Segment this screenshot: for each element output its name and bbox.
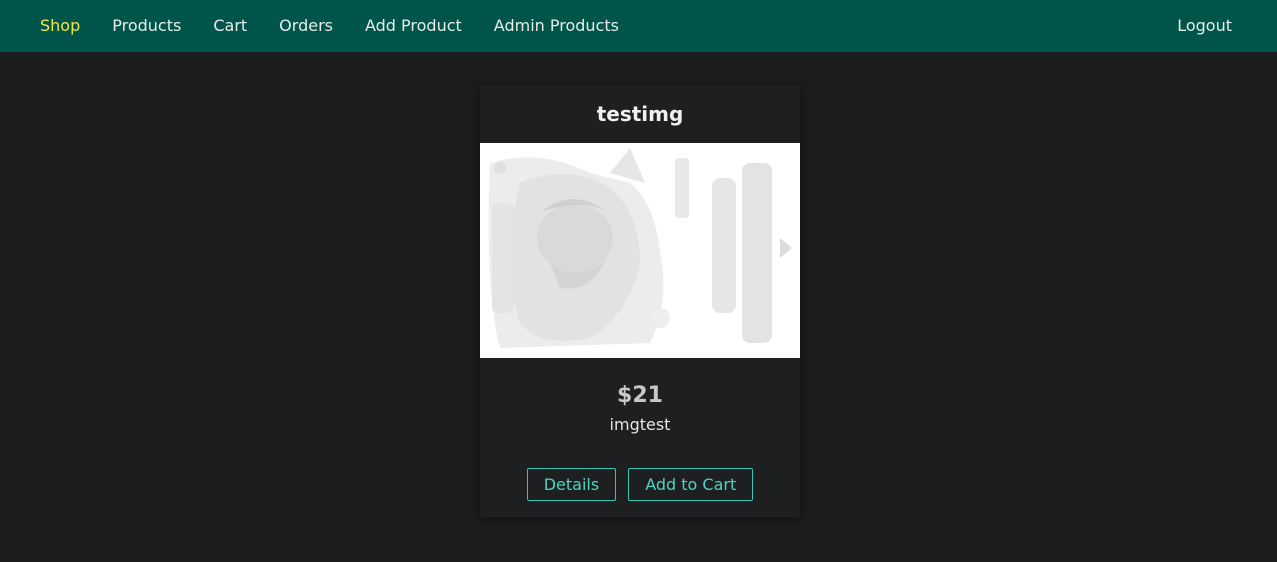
nav-admin-products[interactable]: Admin Products	[494, 0, 619, 52]
product-image-graphic	[480, 143, 800, 358]
nav-products[interactable]: Products	[112, 0, 181, 52]
main-header: Shop Products Cart Orders Add Product Ad…	[0, 0, 1277, 52]
add-to-cart-button[interactable]: Add to Cart	[628, 468, 754, 501]
product-price: $21	[617, 383, 663, 408]
nav-orders[interactable]: Orders	[279, 0, 333, 52]
product-description: imgtest	[609, 415, 671, 434]
logout-link[interactable]: Logout	[1177, 0, 1232, 52]
nav-shop[interactable]: Shop	[40, 0, 80, 52]
main-nav: Shop Products Cart Orders Add Product Ad…	[40, 0, 651, 52]
nav-add-product[interactable]: Add Product	[365, 0, 462, 52]
details-button[interactable]: Details	[526, 468, 617, 501]
user-nav: Logout	[1177, 0, 1232, 52]
product-actions: Details Add to Cart	[480, 468, 800, 501]
product-card: testimg $21 imgtest Details Add to Cart	[480, 85, 800, 517]
product-image	[480, 143, 800, 358]
product-title: testimg	[596, 102, 684, 126]
nav-cart[interactable]: Cart	[213, 0, 247, 52]
